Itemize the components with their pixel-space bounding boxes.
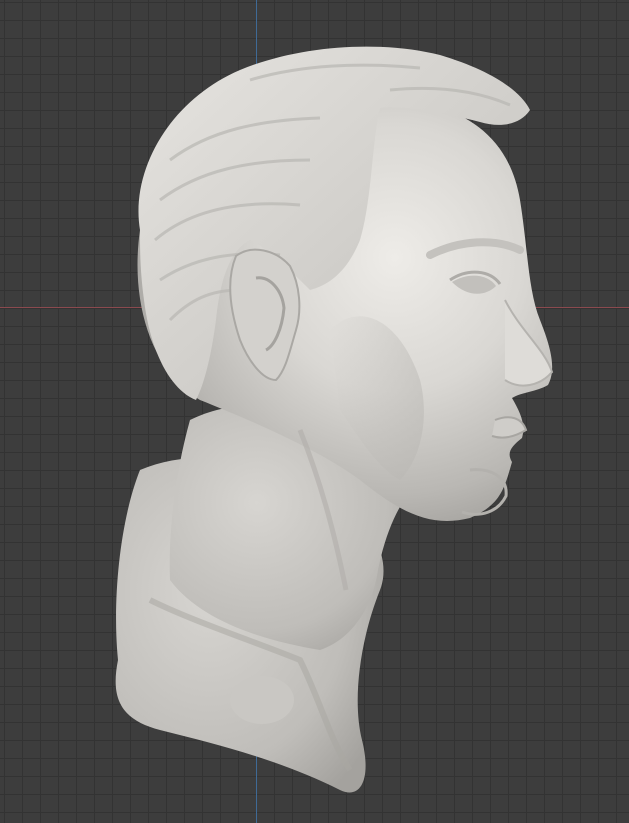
sculpt-model[interactable] xyxy=(0,0,629,823)
3d-viewport[interactable] xyxy=(0,0,629,823)
clavicle-bump xyxy=(230,676,294,724)
